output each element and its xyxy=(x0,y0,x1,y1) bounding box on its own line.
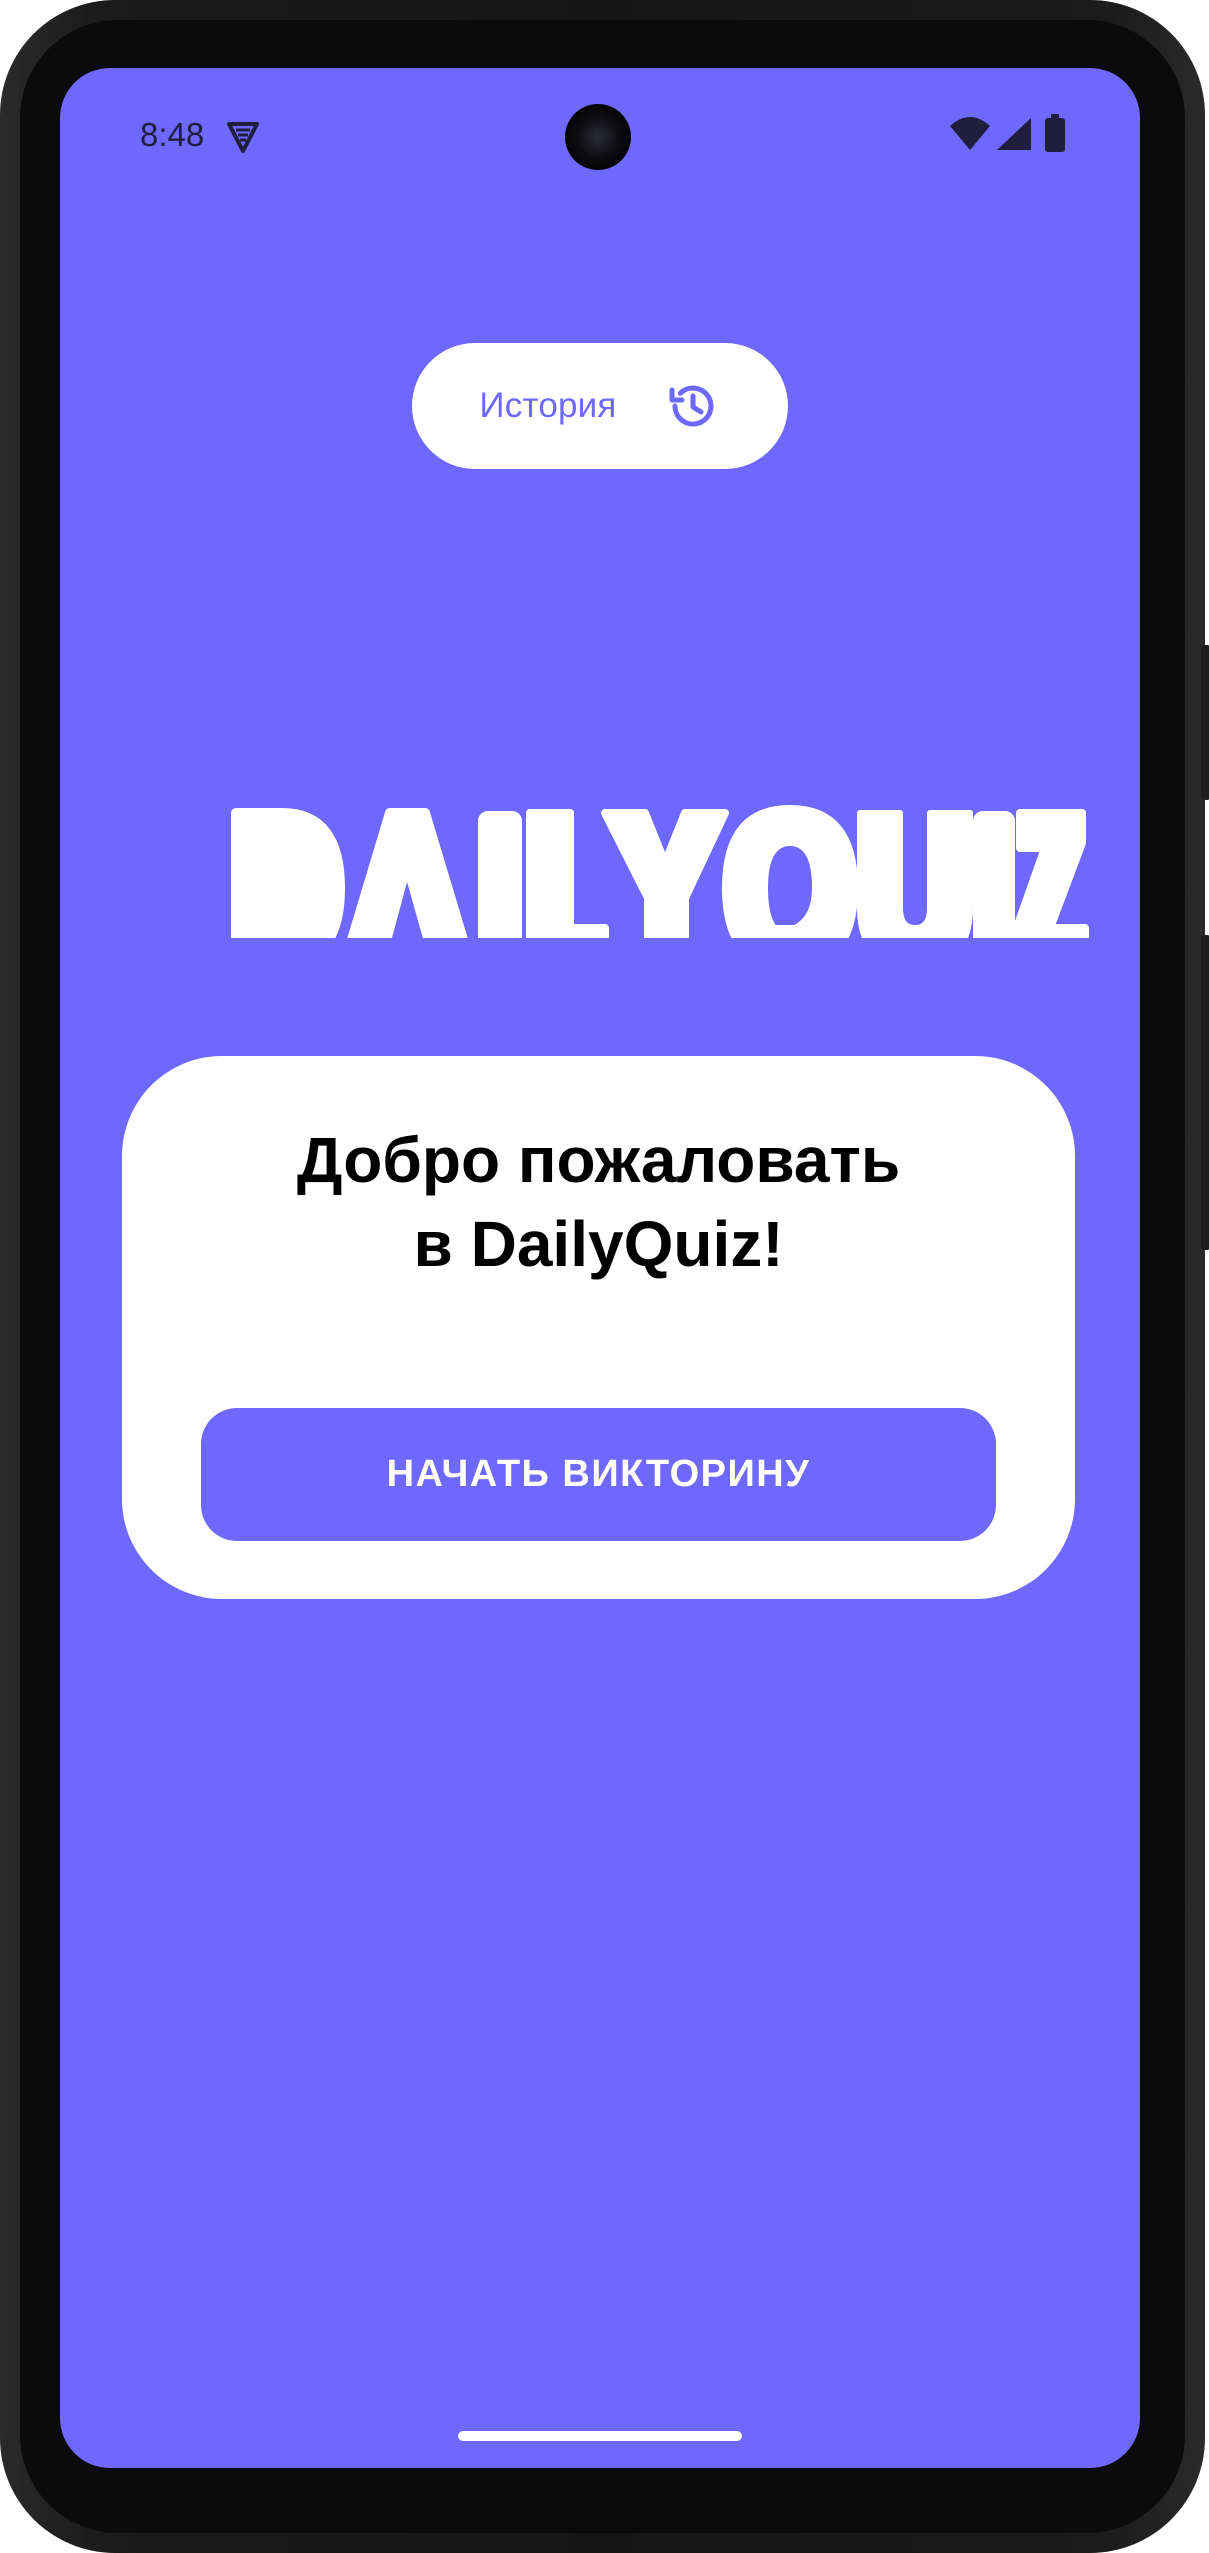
dailyquiz-logo xyxy=(231,805,1089,938)
history-icon xyxy=(669,385,714,427)
app-screen: 8:48 История Добро пожаловать в DailyQui… xyxy=(60,68,1140,2468)
wifi-icon xyxy=(950,117,990,150)
power-button xyxy=(1201,645,1209,800)
battery-icon xyxy=(1045,114,1065,152)
welcome-title: Добро пожаловать в DailyQuiz! xyxy=(122,1118,1075,1286)
welcome-card: Добро пожаловать в DailyQuiz! НАЧАТЬ ВИК… xyxy=(122,1056,1075,1599)
phone-frame: 8:48 История Добро пожаловать в DailyQui… xyxy=(0,0,1209,2553)
welcome-title-line2: в DailyQuiz! xyxy=(413,1208,784,1280)
vpn-shield-icon xyxy=(227,122,259,153)
start-quiz-button-label: НАЧАТЬ ВИКТОРИНУ xyxy=(386,1453,811,1495)
cellular-signal-icon xyxy=(997,118,1031,150)
front-camera xyxy=(565,104,631,170)
start-quiz-button[interactable]: НАЧАТЬ ВИКТОРИНУ xyxy=(201,1408,996,1541)
status-bar: 8:48 xyxy=(60,68,1140,198)
status-time: 8:48 xyxy=(140,116,205,153)
welcome-title-line1: Добро пожаловать xyxy=(296,1124,901,1196)
home-indicator[interactable] xyxy=(458,2431,742,2441)
history-button-label: История xyxy=(479,386,617,425)
history-button[interactable]: История xyxy=(412,343,788,469)
volume-button xyxy=(1201,935,1209,1250)
